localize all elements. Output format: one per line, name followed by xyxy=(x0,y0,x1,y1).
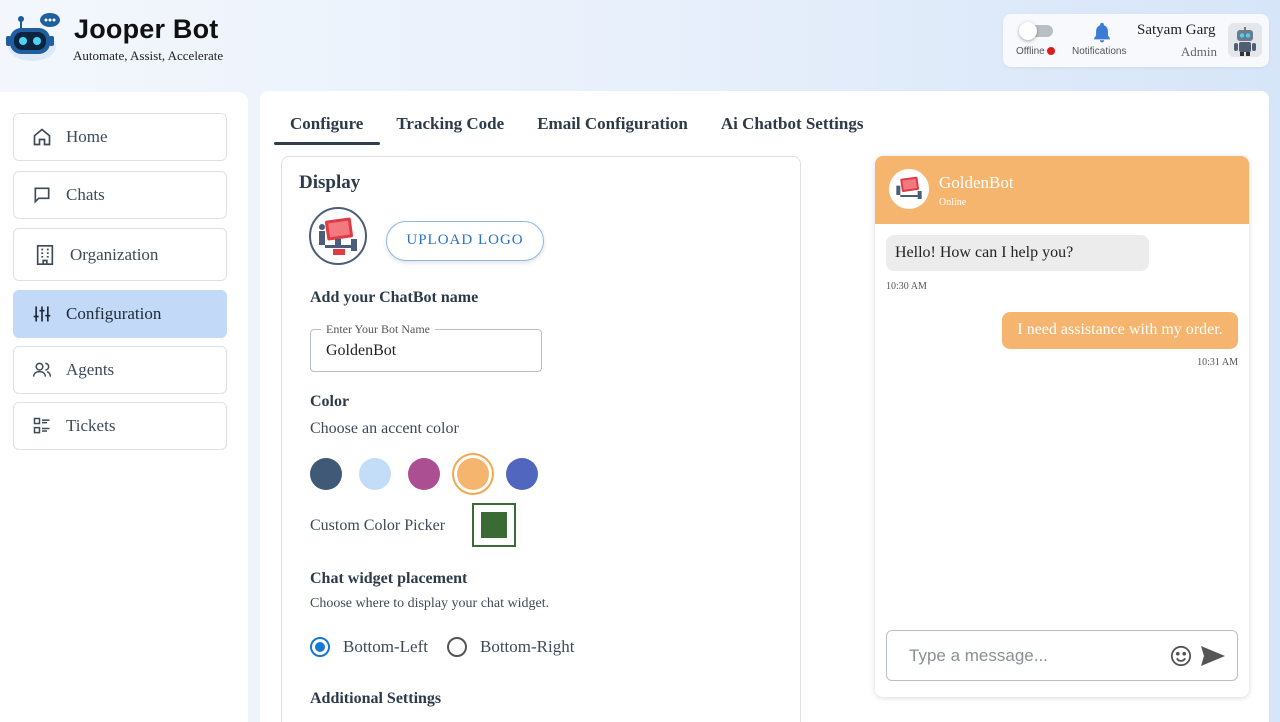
color-swatch-magenta[interactable] xyxy=(408,458,440,490)
upload-logo-button[interactable]: UPLOAD LOGO xyxy=(386,221,544,261)
bot-logo-image xyxy=(309,207,367,265)
top-header: Jooper Bot Automate, Assist, Accelerate … xyxy=(0,0,1280,86)
color-swatch-navy[interactable] xyxy=(310,458,342,490)
list-icon xyxy=(32,416,52,436)
bot-name-heading: Add your ChatBot name xyxy=(310,289,479,306)
custom-color-label: Custom Color Picker xyxy=(310,517,446,534)
online-toggle[interactable] xyxy=(1019,22,1053,40)
sidebar-item-tickets[interactable]: Tickets xyxy=(13,402,227,450)
sidebar: Home Chats Organization Configuration Ag… xyxy=(0,92,248,722)
display-settings-card: Display UPLOAD LOGO Add your ChatBot nam… xyxy=(281,156,801,722)
chat-preview-header: GoldenBot Online xyxy=(875,156,1249,224)
chat-input-placeholder: Type a message... xyxy=(909,646,1048,665)
tab-ai-chatbot-settings[interactable]: Ai Chatbot Settings xyxy=(705,113,881,145)
bot-name-field[interactable]: Enter Your Bot Name GoldenBot xyxy=(310,322,542,372)
color-swatch-indigo[interactable] xyxy=(506,458,538,490)
emoji-icon[interactable] xyxy=(1170,645,1192,667)
user-status-card: Offline Notifications Satyam Garg Admin xyxy=(1003,14,1269,67)
bot-name-field-value: GoldenBot xyxy=(326,342,397,359)
sidebar-item-label: Agents xyxy=(66,360,115,379)
additional-settings-heading: Additional Settings xyxy=(310,690,442,707)
tab-configure[interactable]: Configure xyxy=(274,113,381,145)
sidebar-item-label: Organization xyxy=(70,244,159,264)
home-icon xyxy=(32,127,52,147)
tab-bar: Configure Tracking Code Email Configurat… xyxy=(274,113,880,147)
placement-radio-bottom-left[interactable] xyxy=(310,637,330,657)
sidebar-item-organization[interactable]: Organization xyxy=(13,228,227,281)
sidebar-item-label: Home xyxy=(66,127,108,146)
users-icon xyxy=(32,360,52,380)
sidebar-item-configuration[interactable]: Configuration xyxy=(13,290,227,338)
status-label: Offline xyxy=(1016,46,1055,57)
robot-logo-icon xyxy=(6,12,60,64)
building-icon xyxy=(35,244,55,265)
sidebar-item-label: Configuration xyxy=(66,304,162,323)
color-swatch-orange[interactable] xyxy=(457,458,489,490)
placement-radio-bottom-right[interactable] xyxy=(447,637,467,657)
sidebar-item-chats[interactable]: Chats xyxy=(13,171,227,219)
user-role: Admin xyxy=(1180,44,1217,59)
bot-name-field-label: Enter Your Bot Name xyxy=(321,322,435,337)
bot-message-bubble: Hello! How can I help you? xyxy=(886,235,1149,271)
brand-tagline: Automate, Assist, Accelerate xyxy=(73,48,224,63)
sidebar-item-agents[interactable]: Agents xyxy=(13,346,227,394)
sidebar-item-label: Chats xyxy=(66,185,105,204)
offline-dot-icon xyxy=(1046,47,1055,55)
color-heading: Color xyxy=(310,393,350,410)
send-icon[interactable] xyxy=(1200,644,1226,668)
sidebar-item-home[interactable]: Home xyxy=(13,113,227,161)
main-panel: Configure Tracking Code Email Configurat… xyxy=(260,91,1269,722)
user-message-bubble: I need assistance with my order. xyxy=(1002,312,1238,349)
placement-subtitle: Choose where to display your chat widget… xyxy=(310,596,550,611)
chat-bot-name: GoldenBot xyxy=(939,173,1014,192)
brand-name: Jooper Bot xyxy=(74,14,219,44)
placement-option-bottom-right[interactable]: Bottom-Right xyxy=(480,637,574,657)
color-subtitle: Choose an accent color xyxy=(310,420,459,437)
chat-bot-status: Online xyxy=(939,197,967,208)
notifications-label: Notifications xyxy=(1072,46,1127,57)
display-title: Display xyxy=(299,172,361,193)
placement-option-bottom-left[interactable]: Bottom-Left xyxy=(343,637,428,657)
avatar[interactable] xyxy=(1228,23,1262,57)
chat-bubble-icon xyxy=(32,185,52,205)
chat-bot-avatar xyxy=(889,169,929,209)
sidebar-item-label: Tickets xyxy=(66,416,116,435)
bell-icon[interactable] xyxy=(1091,21,1113,43)
bot-message-time: 10:30 AM xyxy=(886,281,927,292)
chat-message-input[interactable]: Type a message... xyxy=(886,630,1238,681)
tab-tracking-code[interactable]: Tracking Code xyxy=(380,113,521,145)
chat-widget-preview: GoldenBot Online Hello! How can I help y… xyxy=(875,156,1249,697)
tab-email-configuration[interactable]: Email Configuration xyxy=(521,113,705,145)
color-swatch-light-blue[interactable] xyxy=(359,458,391,490)
custom-color-picker[interactable] xyxy=(472,503,516,547)
user-message-time: 10:31 AM xyxy=(1197,357,1238,368)
placement-heading: Chat widget placement xyxy=(310,570,468,587)
sliders-icon xyxy=(32,304,52,324)
user-name: Satyam Garg xyxy=(1137,22,1216,38)
